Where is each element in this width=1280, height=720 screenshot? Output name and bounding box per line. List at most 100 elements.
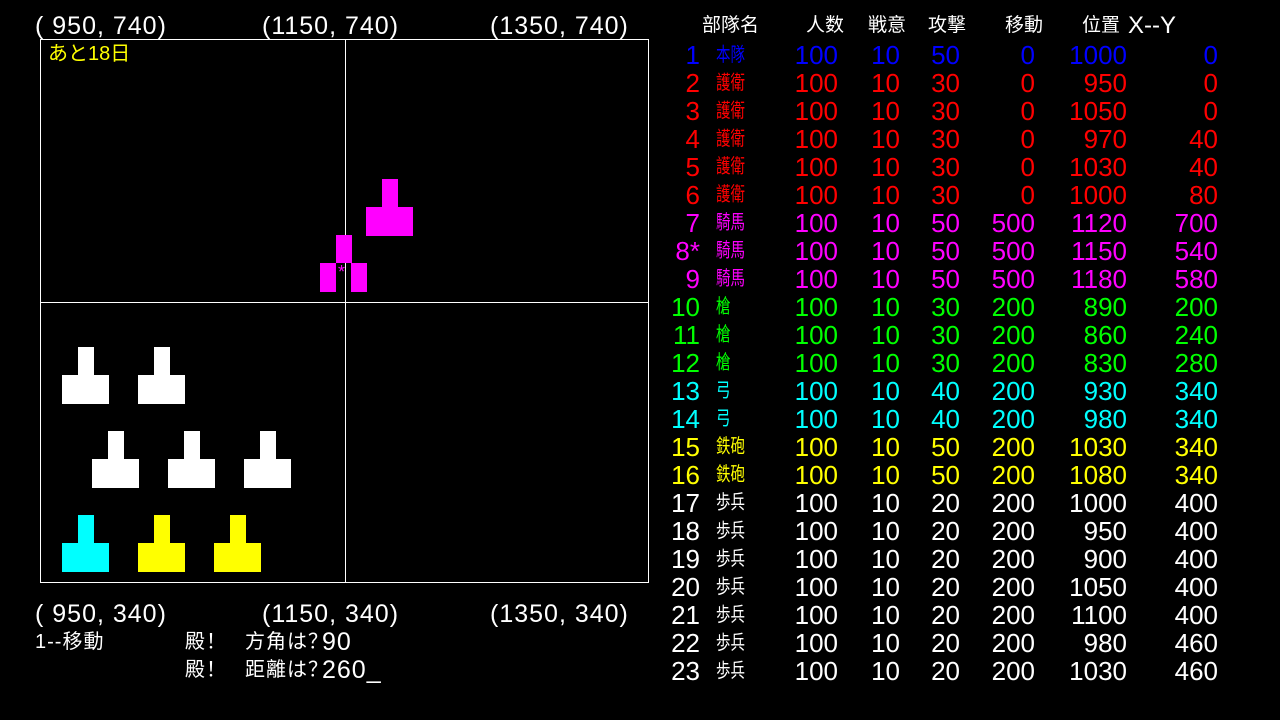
unit-name: 鉄砲 — [716, 463, 745, 486]
unit-men: 100 — [794, 572, 838, 602]
unit-number: 14 — [671, 404, 700, 434]
header-name: 部隊名 — [702, 15, 760, 36]
unit-attack: 50 — [931, 236, 960, 266]
unit-y: 400 — [1174, 488, 1218, 518]
unit-move: 200 — [991, 488, 1035, 518]
unit-attack: 30 — [931, 68, 960, 98]
unit-name: 槍 — [716, 351, 731, 374]
unit-y: 40 — [1189, 152, 1218, 182]
unit-x: 900 — [1083, 544, 1127, 574]
table-row: 2 護衛 100 10 30 0 950 0 — [0, 69, 1280, 97]
unit-x: 950 — [1083, 516, 1127, 546]
unit-move: 200 — [991, 544, 1035, 574]
unit-number: 11 — [673, 320, 700, 350]
header-attack: 攻撃 — [928, 15, 967, 36]
unit-number: 22 — [671, 628, 700, 658]
unit-y: 340 — [1174, 376, 1218, 406]
table-row: 3 護衛 100 10 30 0 1050 0 — [0, 97, 1280, 125]
map-top-center-coord: (1150, 740) — [262, 12, 400, 40]
unit-men: 100 — [794, 404, 838, 434]
unit-men: 100 — [794, 432, 838, 462]
unit-y: 400 — [1174, 572, 1218, 602]
unit-move: 200 — [991, 572, 1035, 602]
unit-attack: 20 — [931, 516, 960, 546]
table-row: 14 弓 100 10 40 200 980 340 — [0, 405, 1280, 433]
unit-attack: 20 — [931, 600, 960, 630]
unit-men: 100 — [794, 292, 838, 322]
table-row: 19 歩兵 100 10 20 200 900 400 — [0, 545, 1280, 573]
unit-morale: 10 — [871, 320, 900, 350]
unit-x: 1030 — [1069, 152, 1127, 182]
unit-x: 1030 — [1069, 432, 1127, 462]
unit-move: 200 — [991, 628, 1035, 658]
unit-y: 0 — [1203, 68, 1218, 98]
unit-morale: 10 — [871, 292, 900, 322]
table-row: 13 弓 100 10 40 200 930 340 — [0, 377, 1280, 405]
unit-men: 100 — [794, 152, 838, 182]
unit-morale: 10 — [871, 152, 900, 182]
unit-move: 200 — [991, 292, 1035, 322]
unit-men: 100 — [794, 264, 838, 294]
table-row: 23 歩兵 100 10 20 200 1030 460 — [0, 657, 1280, 685]
unit-move: 200 — [991, 600, 1035, 630]
unit-morale: 10 — [871, 96, 900, 126]
table-row: 11 槍 100 10 30 200 860 240 — [0, 321, 1280, 349]
header-move: 移動 — [1005, 15, 1044, 36]
unit-move: 0 — [1020, 180, 1035, 210]
table-row: 6 護衛 100 10 30 0 1000 80 — [0, 181, 1280, 209]
unit-x: 1150 — [1071, 236, 1127, 266]
unit-move: 200 — [991, 656, 1035, 686]
unit-men: 100 — [794, 124, 838, 154]
unit-number: 3 — [685, 96, 700, 126]
unit-men: 100 — [794, 96, 838, 126]
unit-morale: 10 — [871, 236, 900, 266]
unit-men: 100 — [794, 236, 838, 266]
table-row: 18 歩兵 100 10 20 200 950 400 — [0, 517, 1280, 545]
unit-y: 200 — [1174, 292, 1218, 322]
unit-x: 930 — [1083, 376, 1127, 406]
unit-x: 1000 — [1069, 40, 1127, 70]
unit-x: 1120 — [1071, 208, 1127, 238]
unit-move: 500 — [991, 208, 1035, 238]
unit-y: 280 — [1174, 348, 1218, 378]
unit-morale: 10 — [871, 488, 900, 518]
table-row: 1 本隊 100 10 50 0 1000 0 — [0, 41, 1280, 69]
unit-name: 護衛 — [716, 183, 745, 206]
unit-x: 1000 — [1069, 488, 1127, 518]
unit-name: 歩兵 — [716, 491, 745, 514]
header-men: 人数 — [806, 15, 845, 36]
unit-attack: 50 — [931, 264, 960, 294]
table-row: 15 鉄砲 100 10 50 200 1030 340 — [0, 433, 1280, 461]
table-row: 10 槍 100 10 30 200 890 200 — [0, 293, 1280, 321]
unit-number: 1 — [685, 40, 700, 70]
unit-number: 10 — [671, 292, 700, 322]
unit-y: 40 — [1189, 124, 1218, 154]
unit-x: 1050 — [1069, 96, 1127, 126]
table-row: 4 護衛 100 10 30 0 970 40 — [0, 125, 1280, 153]
unit-name: 護衛 — [716, 71, 745, 94]
table-row: 8* 騎馬 100 10 50 500 1150 540 — [0, 237, 1280, 265]
unit-men: 100 — [794, 320, 838, 350]
unit-name: 騎馬 — [716, 267, 745, 290]
unit-attack: 30 — [931, 124, 960, 154]
unit-name: 槍 — [716, 323, 731, 346]
unit-name: 歩兵 — [716, 659, 745, 682]
unit-name: 本隊 — [716, 43, 745, 66]
unit-name: 護衛 — [716, 155, 745, 178]
unit-attack: 50 — [931, 460, 960, 490]
unit-men: 100 — [794, 208, 838, 238]
unit-x: 1030 — [1069, 656, 1127, 686]
unit-name: 鉄砲 — [716, 435, 745, 458]
unit-attack: 50 — [931, 432, 960, 462]
unit-x: 1000 — [1069, 180, 1127, 210]
unit-number: 8* — [675, 236, 700, 266]
unit-x: 830 — [1083, 348, 1127, 378]
unit-attack: 20 — [931, 544, 960, 574]
unit-move: 0 — [1020, 68, 1035, 98]
map-top-left-coord: ( 950, 740) — [35, 12, 167, 40]
unit-name: 騎馬 — [716, 211, 745, 234]
unit-y: 0 — [1203, 96, 1218, 126]
unit-x: 980 — [1083, 404, 1127, 434]
unit-name: 歩兵 — [716, 603, 745, 626]
unit-morale: 10 — [871, 376, 900, 406]
